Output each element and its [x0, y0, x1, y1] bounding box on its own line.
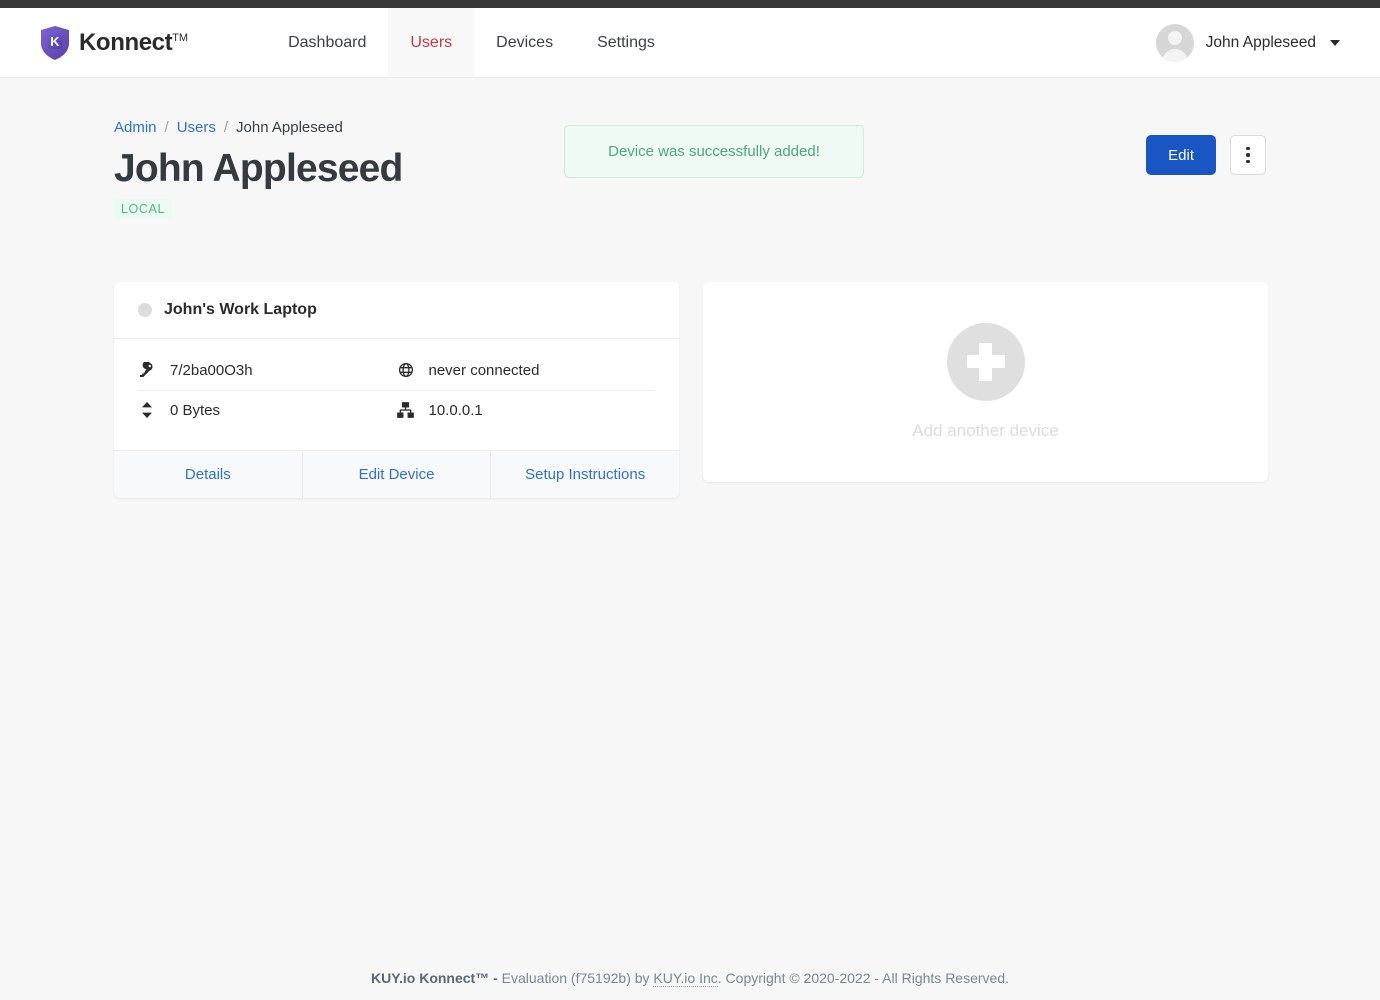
success-alert: Device was successfully added! — [564, 125, 864, 178]
device-info-transfer: 0 Bytes — [138, 391, 397, 430]
device-setup-instructions-link[interactable]: Setup Instructions — [491, 451, 679, 498]
svg-text:K: K — [50, 34, 60, 49]
device-card: John's Work Laptop 7/2ba00O3h never conn… — [114, 281, 679, 498]
badge-row: LOCAL — [114, 198, 539, 219]
footer-company-abbr: KUY.io Inc — [653, 970, 718, 987]
kebab-menu-icon — [1246, 153, 1250, 157]
nav-item-devices[interactable]: Devices — [474, 8, 575, 77]
brand-name: KonnectTM — [79, 28, 189, 56]
kebab-menu-icon — [1246, 146, 1250, 151]
breadcrumb-separator: / — [164, 119, 169, 136]
device-transfer-value: 0 Bytes — [170, 401, 221, 419]
footer-text-before: Evaluation (f75192b) by — [497, 970, 654, 986]
brand-trademark: TM — [172, 31, 189, 44]
breadcrumb-separator: / — [223, 119, 229, 136]
main-nav: Dashboard Users Devices Settings — [266, 8, 677, 77]
network-icon — [397, 402, 415, 419]
device-info-ip: 10.0.0.1 — [397, 391, 656, 430]
device-card-body: 7/2ba00O3h never connected 0 Bytes 10.0.… — [114, 339, 679, 450]
app-header: K KonnectTM Dashboard Users Devices Sett… — [0, 8, 1380, 78]
page-content: Admin / Users / John Appleseed John Appl… — [0, 78, 1380, 498]
breadcrumb: Admin / Users / John Appleseed — [114, 119, 539, 136]
nav-item-users[interactable]: Users — [388, 8, 475, 77]
footer-brand: KUY.io Konnect™ - — [370, 970, 498, 986]
edit-button[interactable]: Edit — [1146, 135, 1216, 175]
device-name: John's Work Laptop — [164, 300, 317, 318]
alert-container: Device was successfully added! — [564, 119, 864, 178]
top-accent-bar — [0, 0, 1380, 8]
add-device-label: Add another device — [912, 420, 1059, 440]
transfer-icon — [138, 402, 156, 419]
plus-circle-icon — [946, 322, 1025, 401]
breadcrumb-users[interactable]: Users — [177, 119, 216, 136]
chevron-down-icon — [1330, 39, 1340, 46]
brand-logo[interactable]: K KonnectTM — [0, 8, 218, 77]
device-card-footer: Details Edit Device Setup Instructions — [114, 449, 679, 498]
nav-item-settings[interactable]: Settings — [575, 8, 677, 77]
kebab-menu-icon — [1246, 159, 1250, 164]
page-title: John Appleseed — [114, 147, 403, 190]
shield-k-logo-icon: K — [40, 25, 70, 60]
device-info-connection: never connected — [396, 351, 655, 391]
app-page: K KonnectTM Dashboard Users Devices Sett… — [0, 0, 1380, 1000]
device-cards: John's Work Laptop 7/2ba00O3h never conn… — [114, 281, 1268, 498]
status-dot-offline-icon — [138, 302, 152, 317]
device-card-header: John's Work Laptop — [114, 282, 679, 339]
page-footer: KUY.io Konnect™ - Evaluation (f75192b) b… — [0, 970, 1380, 987]
footer-text-after: . Copyright © 2020-2022 - All Rights Res… — [717, 970, 1010, 986]
page-header-row: Admin / Users / John Appleseed John Appl… — [114, 78, 1266, 219]
device-connection-value: never connected — [428, 361, 540, 379]
device-info-key: 7/2ba00O3h — [138, 351, 397, 391]
page-identity: Admin / Users / John Appleseed John Appl… — [114, 119, 539, 219]
brand-text: Konnect — [79, 28, 173, 56]
add-device-card[interactable]: Add another device — [703, 281, 1268, 482]
user-menu-label: John Appleseed — [1205, 33, 1316, 51]
device-info-grid: 7/2ba00O3h never connected 0 Bytes 10.0.… — [138, 351, 655, 430]
globe-icon — [397, 362, 415, 378]
device-ip-value: 10.0.0.1 — [428, 401, 483, 419]
more-options-button[interactable] — [1230, 135, 1266, 175]
nav-item-dashboard[interactable]: Dashboard — [266, 8, 388, 77]
breadcrumb-current: John Appleseed — [236, 119, 343, 136]
device-edit-link[interactable]: Edit Device — [303, 450, 492, 498]
device-key-value: 7/2ba00O3h — [170, 361, 253, 379]
device-details-link[interactable]: Details — [114, 450, 303, 498]
breadcrumb-admin[interactable]: Admin — [114, 119, 157, 136]
user-avatar-icon — [1155, 23, 1194, 62]
user-menu[interactable]: John Appleseed — [1155, 8, 1380, 77]
key-icon — [138, 362, 156, 378]
page-actions: Edit — [1146, 119, 1266, 175]
status-badge: LOCAL — [114, 198, 172, 219]
